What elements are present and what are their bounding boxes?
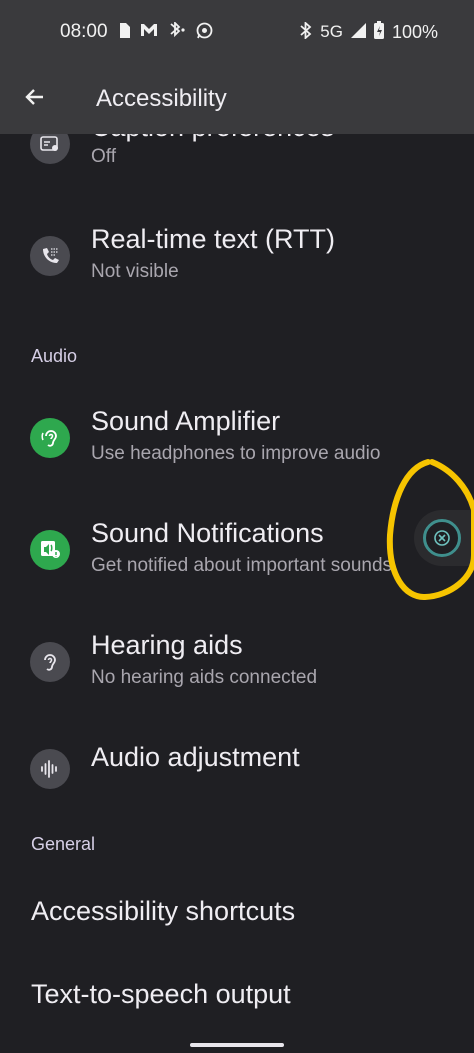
app-bar: Accessibility xyxy=(0,64,474,134)
setting-hearing-aids[interactable]: Hearing aids No hearing aids connected xyxy=(0,620,474,710)
rtt-phone-icon xyxy=(30,236,70,276)
setting-title: Audio adjustment xyxy=(91,742,300,772)
signal-icon xyxy=(350,22,366,42)
back-button[interactable] xyxy=(0,64,70,134)
battery-icon xyxy=(373,21,384,43)
sim-card-icon xyxy=(118,22,130,42)
status-right: 5G 100% xyxy=(300,20,438,43)
setting-summary: Off xyxy=(91,146,116,167)
ear-icon xyxy=(30,418,70,458)
setting-title: Sound Notifications xyxy=(91,518,324,548)
section-header-audio: Audio xyxy=(31,346,78,366)
hearing-aid-icon xyxy=(30,642,70,682)
setting-title: Caption preferences xyxy=(91,134,334,143)
setting-summary: Not visible xyxy=(91,261,179,282)
bluetooth-audio-icon xyxy=(168,20,186,42)
status-bar: 08:00 5G 100% xyxy=(0,0,474,64)
setting-audio-adjustment[interactable]: Audio adjustment xyxy=(0,734,474,804)
sound-notification-icon xyxy=(30,530,70,570)
battery-level: 100% xyxy=(391,21,438,42)
arrow-left-icon xyxy=(23,85,47,114)
setting-sound-notifications[interactable]: Sound Notifications Get notified about i… xyxy=(0,508,474,598)
network-type: 5G xyxy=(320,22,343,41)
whatsapp-icon xyxy=(196,22,213,43)
setting-rtt[interactable]: Real-time text (RTT) Not visible xyxy=(0,214,474,304)
setting-summary: Use headphones to improve audio xyxy=(91,443,381,464)
page-title: Accessibility xyxy=(96,85,227,112)
status-left: 08:00 xyxy=(60,20,213,43)
floating-close-button[interactable] xyxy=(414,510,474,566)
setting-summary: No hearing aids connected xyxy=(91,667,318,688)
setting-caption-preferences[interactable]: Caption preferences Off xyxy=(0,134,474,192)
setting-text-to-speech-output[interactable]: Text-to-speech output xyxy=(31,979,291,1010)
waveform-icon xyxy=(30,749,70,789)
home-indicator xyxy=(190,1043,284,1047)
setting-title: Real-time text (RTT) xyxy=(91,224,336,254)
setting-accessibility-shortcuts[interactable]: Accessibility shortcuts xyxy=(31,896,295,927)
captions-icon xyxy=(30,134,70,164)
bluetooth-icon xyxy=(300,20,312,43)
setting-summary: Get notified about important sounds xyxy=(91,555,393,576)
section-header-general: General xyxy=(31,834,96,854)
close-circle-icon xyxy=(423,519,461,557)
setting-sound-amplifier[interactable]: Sound Amplifier Use headphones to improv… xyxy=(0,396,474,486)
setting-title: Hearing aids xyxy=(91,630,243,660)
settings-list[interactable]: Caption preferences Off Real-time text (… xyxy=(0,134,474,1053)
status-time: 08:00 xyxy=(60,21,108,42)
setting-title: Sound Amplifier xyxy=(91,406,281,436)
gmail-icon xyxy=(140,23,158,41)
